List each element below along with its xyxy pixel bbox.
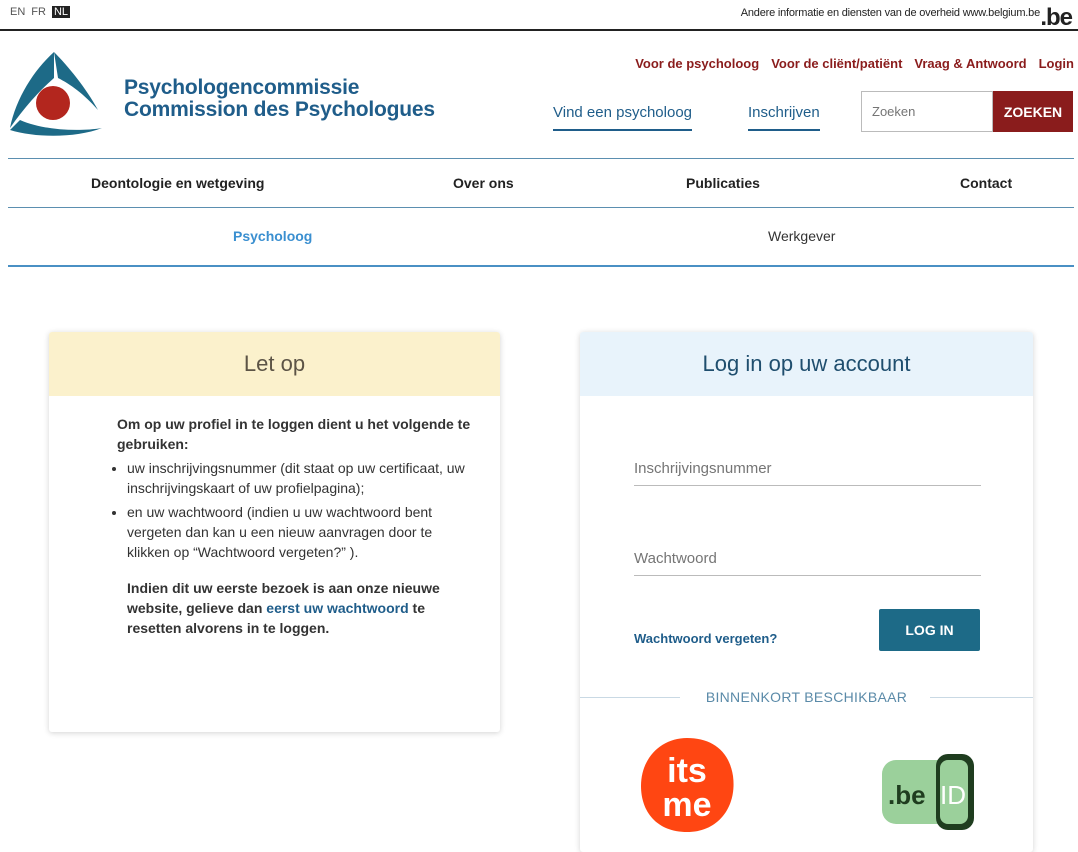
notice-card: Let op Om op uw profiel in te loggen die… (49, 332, 500, 732)
notice-bullet-registration: uw inschrijvingsnummer (dit staat op uw … (127, 458, 476, 498)
federal-bar: EN FR NL Andere informatie en diensten v… (0, 0, 1078, 31)
federal-info-link[interactable]: Andere informatie en diensten van de ove… (741, 7, 1040, 19)
notice-body: Om op uw profiel in te loggen dient u he… (49, 396, 500, 638)
nav-for-client[interactable]: Voor de cliënt/patiënt (771, 56, 902, 71)
nav-login[interactable]: Login (1039, 56, 1074, 71)
registration-number-input[interactable] (634, 460, 981, 486)
register-link[interactable]: Inschrijven (748, 104, 820, 131)
sub-menu: Psycholoog Werkgever (8, 207, 1074, 267)
notice-bullet-password: en uw wachtwoord (indien u uw wachtwoord… (127, 502, 476, 562)
find-psychologist-link[interactable]: Vind een psycholoog (553, 104, 692, 131)
brand-name-nl: Psychologencommissie (124, 76, 360, 99)
search-button[interactable]: ZOEKEN (993, 91, 1073, 132)
search-input[interactable] (861, 91, 993, 132)
login-title: Log in op uw account (580, 332, 1033, 396)
menu-item-deontology[interactable]: Deontologie en wetgeving (91, 175, 264, 191)
commission-logo-icon[interactable] (6, 48, 104, 138)
top-navigation: Voor de psycholoog Voor de cliënt/patiën… (635, 56, 1074, 71)
menu-item-publications[interactable]: Publicaties (686, 175, 760, 191)
belgium-be-logo[interactable]: .be (1040, 4, 1073, 32)
nav-faq[interactable]: Vraag & Antwoord (914, 56, 1026, 71)
language-switcher: EN FR NL (10, 6, 71, 18)
lang-fr[interactable]: FR (31, 6, 46, 18)
login-button[interactable]: LOG IN (879, 609, 980, 651)
brand-name-fr: Commission des Psychologues (124, 98, 435, 121)
svg-text:its: its (667, 752, 707, 790)
svg-text:.be: .be (888, 780, 926, 810)
beid-logo-icon: .be ID (882, 754, 974, 830)
menu-item-contact[interactable]: Contact (960, 175, 1012, 191)
nav-for-psychologist[interactable]: Voor de psycholoog (635, 56, 759, 71)
forgot-password-link[interactable]: Wachtwoord vergeten? (634, 631, 777, 646)
main-menu: Deontologie en wetgeving Over ons Public… (8, 158, 1074, 208)
itsme-logo-icon: its me (641, 738, 734, 832)
menu-item-about[interactable]: Over ons (453, 175, 514, 191)
notice-list: uw inschrijvingsnummer (dit staat op uw … (77, 458, 476, 562)
lang-en[interactable]: EN (10, 6, 25, 18)
brand-name[interactable]: Psychologencommissie Commission des Psyc… (124, 77, 435, 121)
coming-soon-divider: BINNENKORT BESCHIKBAAR (580, 687, 1033, 707)
tab-employer[interactable]: Werkgever (768, 228, 835, 244)
coming-soon-label: BINNENKORT BESCHIKBAAR (705, 689, 908, 705)
password-input[interactable] (634, 550, 981, 576)
svg-text:me: me (662, 786, 711, 824)
notice-outro: Indien dit uw eerste bezoek is aan onze … (127, 578, 476, 638)
reset-password-link[interactable]: eerst uw wachtwoord (266, 600, 408, 616)
svg-text:ID: ID (940, 780, 966, 810)
tab-psychologist[interactable]: Psycholoog (233, 228, 312, 244)
notice-title: Let op (49, 332, 500, 396)
login-card: Log in op uw account Wachtwoord vergeten… (580, 332, 1033, 852)
notice-intro: Om op uw profiel in te loggen dient u he… (117, 416, 471, 452)
lang-nl[interactable]: NL (51, 6, 71, 18)
